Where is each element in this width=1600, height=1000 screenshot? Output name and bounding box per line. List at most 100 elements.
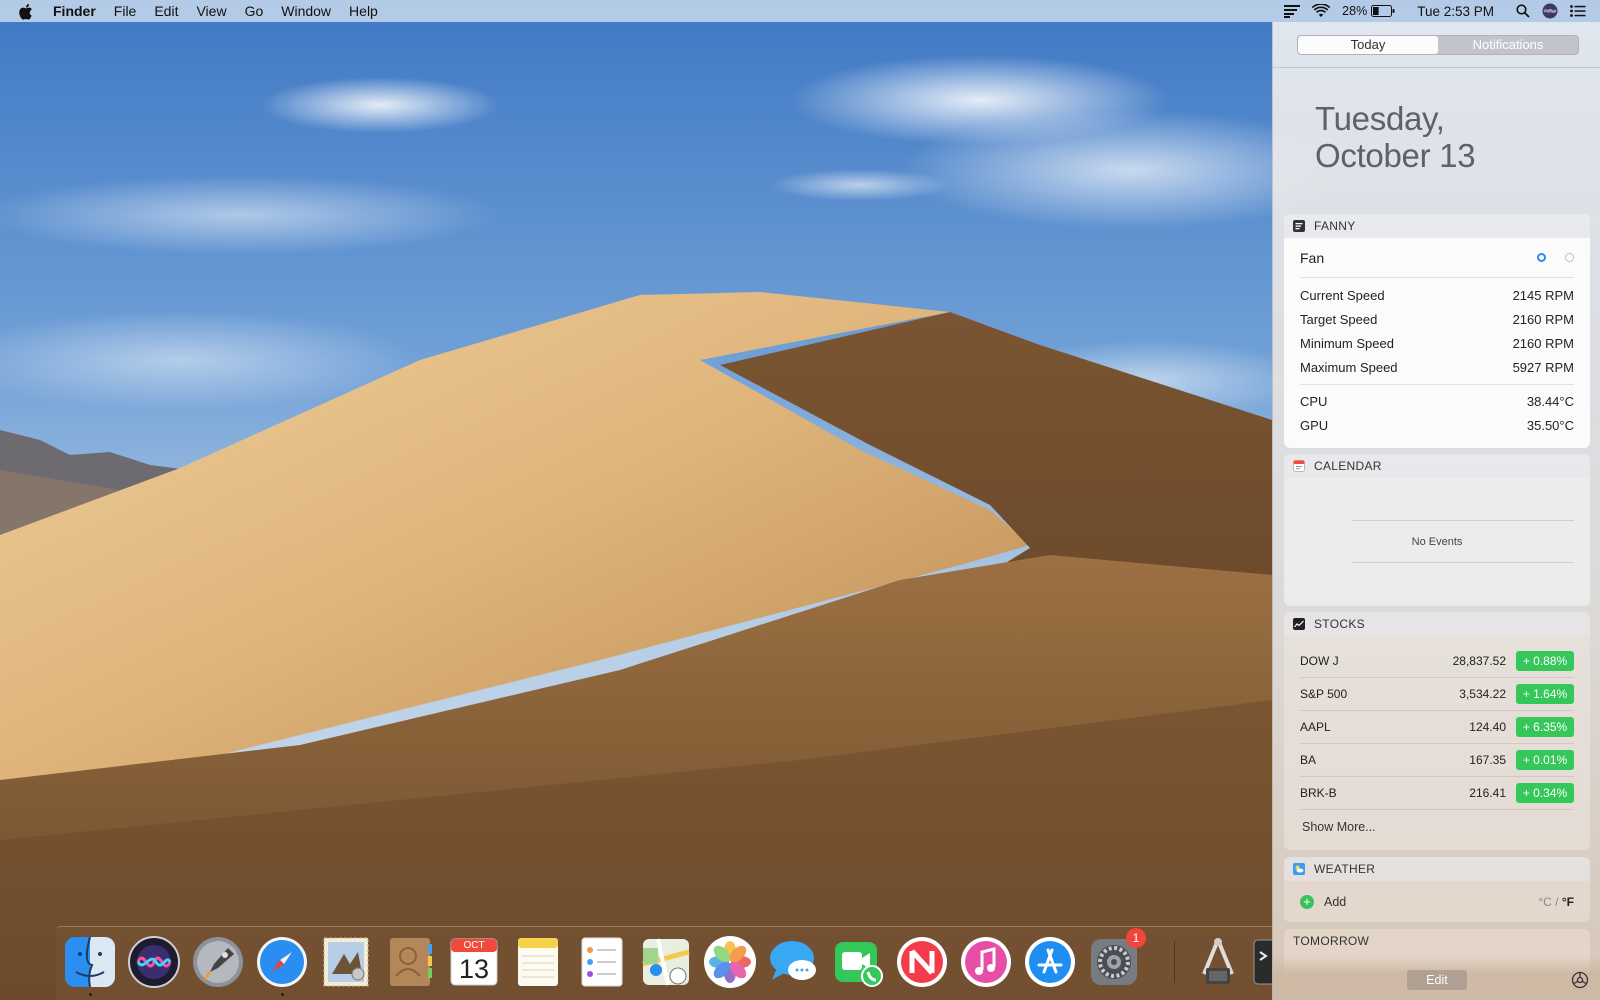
temperature-value: 38.44°C [1526, 393, 1574, 409]
dock-screenshot-utility-icon[interactable] [1190, 934, 1246, 990]
dock-launchpad-icon[interactable] [190, 934, 246, 990]
siri-icon[interactable] [1542, 0, 1558, 22]
dock-notes-icon[interactable] [510, 934, 566, 990]
dock-system-preferences-icon[interactable]: 1 [1086, 928, 1146, 990]
weather-widget: WEATHER + Add °C / °F [1284, 857, 1590, 922]
settings-icon[interactable] [1571, 971, 1589, 989]
today-date-day: October 13 [1315, 137, 1476, 174]
dock-mail-icon[interactable] [318, 934, 374, 990]
dock-calendar-icon[interactable]: OCT 13 [446, 934, 502, 990]
temperature-row: CPU 38.44°C [1300, 389, 1574, 413]
notification-center-tabs: Today Notifications [1297, 35, 1579, 55]
tabs-divider [1273, 67, 1600, 68]
fan-stat-value: 2145 RPM [1512, 287, 1574, 303]
fan-1-radio[interactable] [1537, 253, 1547, 262]
stocks-show-more-link[interactable]: Show More... [1300, 810, 1574, 844]
today-date: Tuesday, October 13 [1315, 100, 1476, 174]
menu-bar-left: Finder File Edit View Go Window Help [0, 0, 387, 22]
calendar-divider [1352, 562, 1574, 563]
fan-selector-row: Fan [1300, 238, 1574, 278]
stock-row[interactable]: AAPL 124.40 + 6.35% [1300, 711, 1574, 744]
dock-photos-icon[interactable] [702, 934, 758, 990]
dock-finder-icon[interactable] [62, 934, 118, 996]
menu-window[interactable]: Window [272, 0, 340, 22]
dock-reminders-icon[interactable] [574, 934, 630, 990]
stock-symbol: AAPL [1300, 720, 1331, 734]
menu-edit[interactable]: Edit [145, 0, 187, 22]
unit-separator: / [1555, 894, 1559, 909]
stock-change-badge[interactable]: + 1.64% [1516, 684, 1574, 704]
calendar-widget-title: CALENDAR [1314, 459, 1382, 473]
stock-change-badge[interactable]: + 0.34% [1516, 783, 1574, 803]
tab-today[interactable]: Today [1298, 36, 1438, 54]
dock-news-icon[interactable] [894, 934, 950, 990]
stock-change-badge[interactable]: + 0.01% [1516, 750, 1574, 770]
stocks-widget-body: DOW J 28,837.52 + 0.88% S&P 500 3,534.22… [1284, 645, 1590, 844]
wifi-icon[interactable] [1312, 0, 1331, 22]
menu-file[interactable]: File [105, 0, 146, 22]
weather-app-icon [1293, 862, 1306, 876]
calendar-app-icon [1293, 459, 1306, 473]
weather-add-button[interactable]: Add [1324, 895, 1346, 909]
weather-widget-body: + Add °C / °F [1284, 881, 1590, 922]
dock-app-store-icon[interactable] [1022, 934, 1078, 990]
apple-menu-icon[interactable] [18, 2, 34, 20]
stock-price: 28,837.52 [1452, 654, 1506, 668]
temperature-value: 35.50°C [1526, 417, 1574, 433]
stock-change-badge[interactable]: + 0.88% [1516, 651, 1574, 671]
app-menu-finder[interactable]: Finder [44, 0, 105, 22]
stock-row[interactable]: S&P 500 3,534.22 + 1.64% [1300, 678, 1574, 711]
fan-stat-value: 5927 RPM [1512, 359, 1574, 375]
calendar-icon-month: OCT [463, 940, 485, 951]
stock-change-badge[interactable]: + 6.35% [1516, 717, 1574, 737]
dock-terminal-icon[interactable] [1250, 934, 1272, 990]
calendar-empty-text: No Events [1411, 536, 1463, 548]
spotlight-search-icon[interactable] [1516, 0, 1530, 22]
calendar-widget-header: CALENDAR [1284, 454, 1590, 478]
fanny-menu-icon[interactable] [1284, 0, 1301, 22]
stock-symbol: BA [1300, 753, 1317, 767]
dock-facetime-icon[interactable] [830, 934, 886, 990]
notification-center-icon[interactable] [1570, 0, 1586, 22]
fan-selector [1522, 250, 1574, 265]
calendar-widget: CALENDAR No Events [1284, 454, 1590, 606]
fan-label: Fan [1300, 249, 1325, 266]
calendar-icon-day: 13 [458, 954, 490, 984]
stock-row[interactable]: DOW J 28,837.52 + 0.88% [1300, 645, 1574, 678]
dock-contacts-icon[interactable] [382, 934, 438, 990]
weather-widget-header: WEATHER [1284, 857, 1590, 881]
edit-widgets-button[interactable]: Edit [1407, 970, 1467, 990]
tomorrow-widget-title: TOMORROW [1293, 934, 1370, 948]
fan-stat-row: Target Speed 2160 RPM [1300, 307, 1574, 331]
stocks-widget-header: STOCKS [1284, 612, 1590, 636]
dock-separator [1174, 941, 1175, 983]
dock-messages-icon[interactable] [766, 934, 822, 990]
menu-help[interactable]: Help [340, 0, 387, 22]
fan-stat-value: 2160 RPM [1512, 311, 1574, 327]
stock-row[interactable]: BRK-B 216.41 + 0.34% [1300, 777, 1574, 810]
tab-notifications[interactable]: Notifications [1438, 36, 1578, 54]
temperature-label: GPU [1300, 417, 1329, 433]
stock-row[interactable]: BA 167.35 + 0.01% [1300, 744, 1574, 777]
stock-price: 3,534.22 [1459, 687, 1506, 701]
dock-safari-icon[interactable] [254, 934, 310, 996]
dock-itunes-icon[interactable] [958, 934, 1014, 990]
fan-2-radio[interactable] [1565, 253, 1574, 262]
unit-fahrenheit[interactable]: °F [1562, 895, 1574, 909]
dock-siri-icon[interactable] [126, 934, 182, 990]
menu-view[interactable]: View [187, 0, 235, 22]
menu-bar-status-area: 28% Tue 2:53 PM [1284, 0, 1586, 22]
fanny-widget-body: Fan Current Speed 2145 RPM Target Speed … [1284, 238, 1590, 448]
fan-stat-value: 2160 RPM [1512, 335, 1574, 351]
clock[interactable]: Tue 2:53 PM [1417, 0, 1494, 22]
dock-maps-icon[interactable] [638, 934, 694, 990]
fan-stat-row: Current Speed 2145 RPM [1300, 283, 1574, 307]
unit-celsius[interactable]: °C [1538, 895, 1551, 909]
today-date-weekday: Tuesday, [1315, 100, 1445, 137]
battery-icon[interactable] [1371, 0, 1395, 22]
menu-go[interactable]: Go [236, 0, 273, 22]
temperature-unit-toggle[interactable]: °C / °F [1538, 895, 1574, 909]
fanny-widget: FANNY Fan Current Speed 2145 RPM Target … [1284, 214, 1590, 448]
running-indicator [281, 993, 284, 996]
plus-circle-icon[interactable]: + [1300, 894, 1314, 909]
